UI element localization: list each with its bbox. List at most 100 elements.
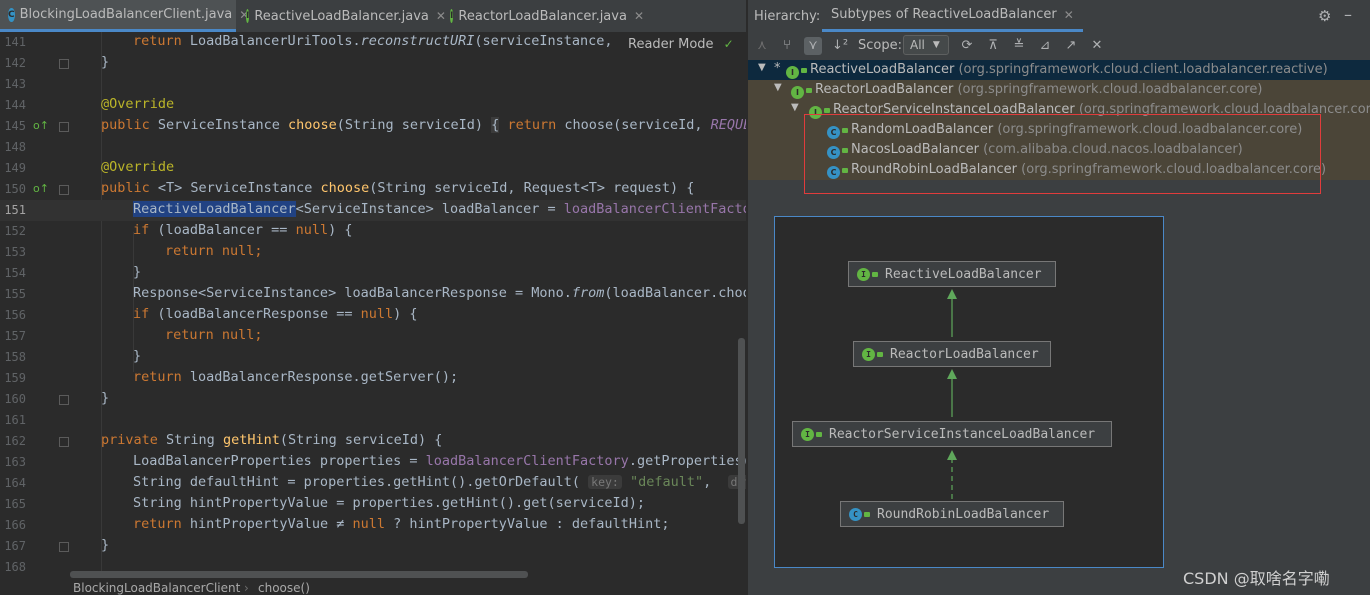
pin-icon[interactable]: ⊿ bbox=[1036, 37, 1054, 55]
collapse-all-icon[interactable]: ≚ bbox=[1010, 37, 1028, 55]
diagram-area: I ReactiveLoadBalancer I ReactorLoadBala… bbox=[748, 180, 1370, 595]
code-line: 150 o↑ public <T> ServiceInstance choose… bbox=[0, 179, 746, 200]
line-number: 144 bbox=[4, 98, 26, 112]
line-number: 163 bbox=[4, 455, 26, 469]
hierarchy-toolbar: ⋏ ⑂ ⋎ ↓² Scope: All ▼ ⟳ ⊼ ≚ ⊿ ↗ ✕ bbox=[748, 32, 1370, 60]
line-number: 150 bbox=[4, 182, 26, 196]
diagram-node[interactable]: I ReactorServiceInstanceLoadBalancer bbox=[792, 421, 1112, 447]
line-number: 143 bbox=[4, 77, 26, 91]
close-icon[interactable]: ✕ bbox=[1064, 8, 1074, 22]
tab-reactive-load-balancer[interactable]: I ReactiveLoadBalancer.java ✕ bbox=[240, 0, 446, 32]
sort-alphabetically-icon[interactable]: ↓² bbox=[831, 37, 849, 55]
subtype-hierarchy-icon[interactable]: ⋎ bbox=[804, 37, 822, 55]
code-line: 152 if (loadBalancer == null) { bbox=[0, 221, 746, 242]
open-in-new-icon[interactable]: ↗ bbox=[1062, 37, 1080, 55]
tree-row-selected[interactable]: ▼ * I ReactiveLoadBalancer (org.springfra… bbox=[748, 60, 1370, 80]
code-line: 156 if (loadBalancerResponse == null) { bbox=[0, 305, 746, 326]
chevron-down-icon[interactable]: ▼ bbox=[774, 82, 782, 93]
tab-label: Subtypes of ReactiveLoadBalancer bbox=[831, 7, 1057, 22]
tab-blocking-load-balancer-client[interactable]: C BlockingLoadBalancerClient.java ✕ bbox=[0, 0, 249, 32]
package-name: (org.springframework.cloud.loadbalancer.… bbox=[957, 82, 1263, 97]
uml-diagram[interactable]: I ReactiveLoadBalancer I ReactorLoadBala… bbox=[774, 216, 1164, 568]
public-icon bbox=[801, 68, 807, 73]
interface-icon: I bbox=[801, 427, 814, 441]
diagram-node[interactable]: I ReactiveLoadBalancer bbox=[848, 261, 1056, 287]
code-line: 159 return loadBalancerResponse.getServe… bbox=[0, 368, 746, 389]
package-name: (org.springframework.cloud.client.loadba… bbox=[958, 62, 1328, 77]
code-line: 165 String hintPropertyValue = propertie… bbox=[0, 494, 746, 515]
type-hierarchy-icon[interactable]: ⑂ bbox=[778, 37, 796, 55]
node-label: ReactorServiceInstanceLoadBalancer bbox=[829, 426, 1096, 442]
close-icon[interactable]: ✕ bbox=[634, 9, 644, 23]
line-number: 156 bbox=[4, 308, 26, 322]
editor-tab-bar: C BlockingLoadBalancerClient.java ✕ I Re… bbox=[0, 0, 746, 33]
interface-icon: I bbox=[246, 9, 250, 23]
code-line: 166 return hintPropertyValue ≠ null ? hi… bbox=[0, 515, 746, 536]
horizontal-scrollbar[interactable] bbox=[70, 571, 528, 578]
type-name: ReactorLoadBalancer bbox=[815, 82, 954, 97]
diagram-node[interactable]: I ReactorLoadBalancer bbox=[853, 341, 1051, 367]
tab-reactor-load-balancer[interactable]: I ReactorLoadBalancer.java ✕ bbox=[444, 0, 644, 32]
scope-value: All bbox=[910, 38, 925, 52]
supertype-hierarchy-icon[interactable]: ⋏ bbox=[753, 37, 771, 55]
scope-label: Scope: bbox=[858, 38, 902, 53]
fold-marker-icon[interactable] bbox=[59, 542, 69, 552]
tab-label: ReactorLoadBalancer.java bbox=[458, 8, 627, 24]
interface-icon: I bbox=[450, 9, 454, 23]
breadcrumb-item[interactable]: choose() bbox=[258, 581, 310, 595]
diagram-node[interactable]: C RoundRobinLoadBalancer bbox=[840, 501, 1064, 527]
line-number: 148 bbox=[4, 140, 26, 154]
line-number: 151 bbox=[4, 203, 26, 217]
line-number: 165 bbox=[4, 497, 26, 511]
line-number: 153 bbox=[4, 245, 26, 259]
chevron-down-icon[interactable]: ▼ bbox=[791, 102, 799, 113]
interface-icon: I bbox=[791, 86, 804, 99]
public-icon bbox=[864, 511, 870, 517]
line-number: 159 bbox=[4, 371, 26, 385]
public-icon bbox=[824, 108, 830, 113]
override-gutter-icon[interactable]: o↑ bbox=[33, 182, 49, 195]
scope-dropdown[interactable]: All ▼ bbox=[903, 35, 949, 55]
code-line: 157 return null; bbox=[0, 326, 746, 347]
vertical-scrollbar[interactable] bbox=[738, 338, 745, 524]
line-number: 141 bbox=[4, 35, 26, 49]
current-marker: * bbox=[774, 61, 781, 76]
code-editor[interactable]: 141 return LoadBalancerUriTools.reconstr… bbox=[0, 32, 746, 595]
gear-icon[interactable]: ⚙ bbox=[1318, 7, 1331, 25]
minimize-icon[interactable]: – bbox=[1344, 5, 1352, 24]
breadcrumb-item[interactable]: BlockingLoadBalancerClient bbox=[73, 581, 240, 595]
override-gutter-icon[interactable]: o↑ bbox=[33, 119, 49, 132]
code-line: 148 bbox=[0, 137, 746, 158]
fold-marker-icon[interactable] bbox=[59, 59, 69, 69]
tab-label: ReactiveLoadBalancer.java bbox=[254, 8, 429, 24]
reader-mode-button[interactable]: Reader Mode ✓ bbox=[620, 33, 742, 55]
breadcrumb-separator-icon: › bbox=[244, 581, 249, 595]
check-icon: ✓ bbox=[723, 37, 734, 51]
tree-row[interactable]: ▼ I ReactorLoadBalancer (org.springframew… bbox=[748, 80, 1370, 100]
line-number: 161 bbox=[4, 413, 26, 427]
fold-marker-icon[interactable] bbox=[59, 185, 69, 195]
code-line: 167 } bbox=[0, 536, 746, 557]
code-line: 142 } bbox=[0, 53, 746, 74]
public-icon bbox=[872, 271, 878, 277]
line-number: 149 bbox=[4, 161, 26, 175]
line-number: 157 bbox=[4, 329, 26, 343]
tab-subtypes[interactable]: Subtypes of ReactiveLoadBalancer ✕ bbox=[822, 0, 1083, 32]
code-line: 163 LoadBalancerProperties properties = … bbox=[0, 452, 746, 473]
fold-marker-icon[interactable] bbox=[59, 395, 69, 405]
line-number: 154 bbox=[4, 266, 26, 280]
fold-marker-icon[interactable] bbox=[59, 437, 69, 447]
line-number: 155 bbox=[4, 287, 26, 301]
line-number: 160 bbox=[4, 392, 26, 406]
type-name: ReactiveLoadBalancer bbox=[810, 62, 955, 77]
refresh-icon[interactable]: ⟳ bbox=[958, 37, 976, 55]
code-line: 160 } bbox=[0, 389, 746, 410]
export-icon[interactable]: ⊼ bbox=[984, 37, 1002, 55]
code-line: 144 @Override bbox=[0, 95, 746, 116]
code-text: return LoadBalancerUriTools.reconstructU… bbox=[133, 33, 613, 49]
public-icon bbox=[816, 431, 822, 437]
chevron-down-icon[interactable]: ▼ bbox=[758, 62, 766, 73]
hierarchy-panel: Hierarchy: Subtypes of ReactiveLoadBalan… bbox=[747, 0, 1370, 595]
close-icon[interactable]: ✕ bbox=[1088, 37, 1106, 55]
fold-marker-icon[interactable] bbox=[59, 122, 69, 132]
